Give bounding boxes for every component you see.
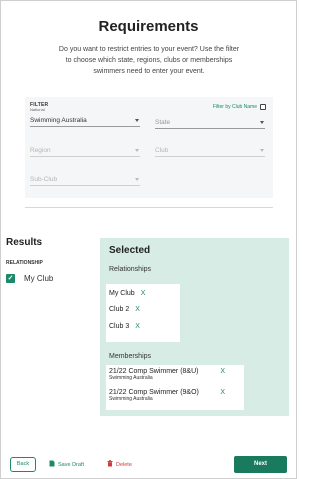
club-placeholder: Club [155, 147, 169, 154]
memberships-heading: Memberships [109, 353, 152, 360]
membership-org: Swimming Australia [109, 375, 153, 381]
region-placeholder: Region [30, 147, 51, 154]
state-select[interactable]: State [155, 115, 265, 129]
save-draft-label: Save Draft [58, 461, 84, 468]
region-select[interactable]: Region [30, 143, 140, 157]
relationships-heading: Relationships [109, 266, 152, 273]
trash-icon [107, 460, 113, 469]
selected-title: Selected [109, 245, 151, 256]
relationship-label: Club 2 [109, 306, 130, 313]
list-item: Club 3 X [109, 323, 140, 330]
remove-button[interactable]: X [135, 323, 140, 330]
remove-button[interactable]: X [141, 290, 146, 297]
section-divider [25, 207, 273, 208]
filter-by-club-name-checkbox[interactable] [260, 104, 266, 110]
document-icon [49, 460, 55, 469]
list-item: My Club X [109, 290, 145, 297]
remove-button[interactable]: X [135, 306, 140, 313]
club-select[interactable]: Club [155, 143, 265, 157]
filter-by-club-name-label: Filter by Club Name [212, 104, 257, 110]
chevron-down-icon [135, 119, 139, 122]
chevron-down-icon [135, 178, 139, 181]
page-description: Do you want to restrict entries to your … [58, 46, 240, 75]
filter-card: FILTER Filter by Club Name National Swim… [25, 97, 273, 198]
chevron-down-icon [135, 149, 139, 152]
national-select[interactable]: National Swimming Australia [30, 107, 140, 127]
page-title: Requirements [98, 18, 199, 35]
memberships-list: 21/22 Comp Swimmer (8&U) Swimming Austra… [106, 365, 244, 410]
filter-by-club-name-toggle[interactable]: Filter by Club Name [213, 104, 266, 110]
back-button[interactable]: Back [10, 457, 36, 472]
list-item: Club 2 X [109, 306, 140, 313]
delete-label: Delete [116, 461, 132, 468]
list-item: 21/22 Comp Swimmer (8&U) Swimming Austra… [109, 368, 241, 381]
selected-panel: Selected Relationships My Club X Club 2 … [100, 238, 289, 416]
checkbox-checked-icon[interactable]: ✓ [6, 274, 15, 283]
remove-button[interactable]: X [220, 389, 225, 396]
result-item-label: My Club [24, 274, 54, 283]
relationship-label: My Club [109, 290, 135, 297]
relationship-heading: RELATIONSHIP [6, 260, 43, 266]
results-title: Results [6, 237, 43, 248]
membership-org: Swimming Australia [109, 396, 153, 402]
chevron-down-icon [260, 149, 264, 152]
subclub-select[interactable]: Sub-Club [30, 172, 140, 186]
relationships-list: My Club X Club 2 X Club 3 X [106, 284, 180, 342]
next-button[interactable]: Next [234, 456, 287, 473]
result-item-my-club[interactable]: ✓ My Club [6, 274, 53, 283]
national-value: Swimming Australia [30, 117, 87, 124]
remove-button[interactable]: X [220, 368, 225, 375]
chevron-down-icon [260, 121, 264, 124]
save-draft-button[interactable]: Save Draft [49, 460, 84, 469]
national-label: National [30, 107, 45, 112]
delete-button[interactable]: Delete [107, 460, 132, 469]
subclub-placeholder: Sub-Club [30, 176, 58, 183]
state-placeholder: State [155, 119, 171, 126]
list-item: 21/22 Comp Swimmer (9&O) Swimming Austra… [109, 389, 241, 402]
relationship-label: Club 3 [109, 323, 130, 330]
